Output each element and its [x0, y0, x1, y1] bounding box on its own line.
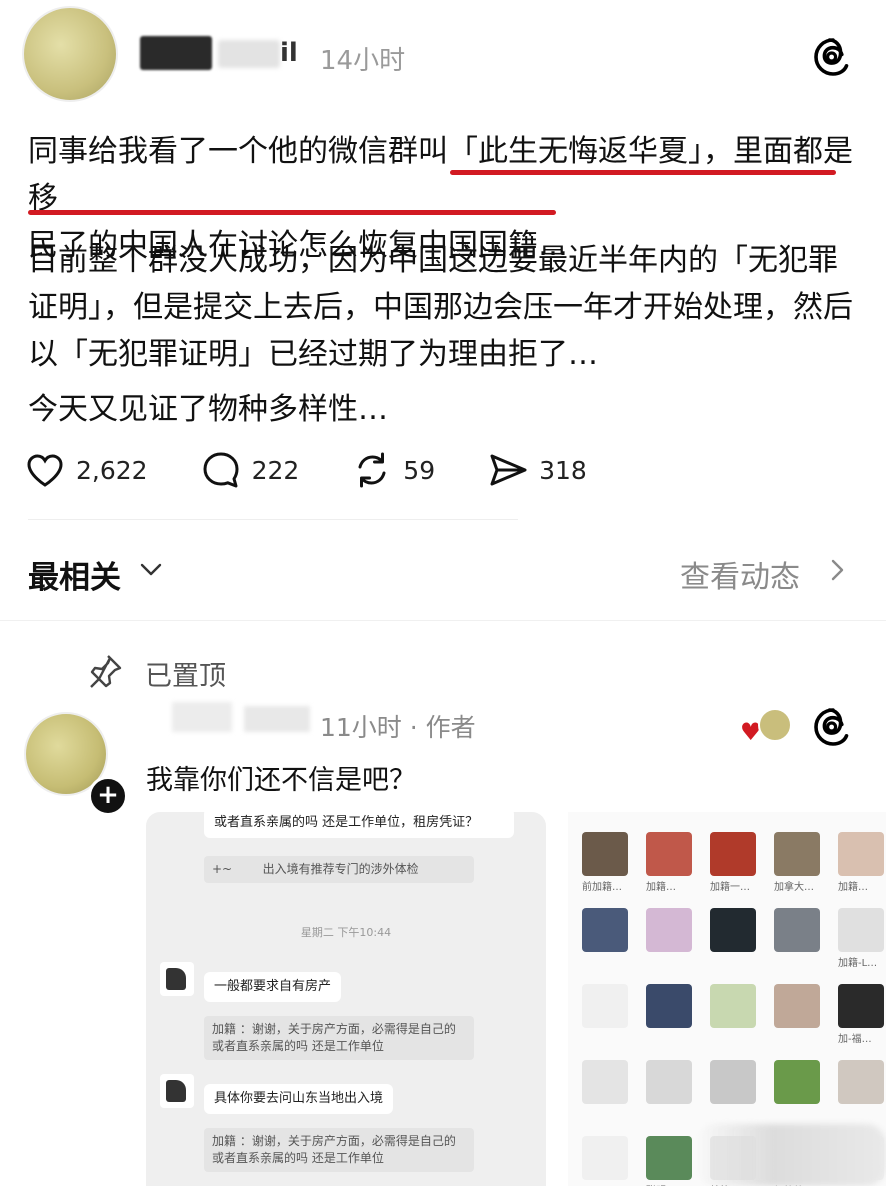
send-icon: [490, 454, 527, 486]
threads-logo-icon-2[interactable]: [812, 706, 854, 748]
member-name: 前加籍…: [582, 882, 622, 893]
member-avatar: [582, 908, 628, 952]
chat-quote-1: 加籍 ：谢谢，关于房产方面，必需得是自己的或者直系亲属的吗 还是工作单位: [204, 1016, 474, 1060]
share-count: 318: [539, 455, 587, 485]
share-button[interactable]: 318: [487, 449, 587, 491]
member-avatar: [838, 908, 884, 952]
comment-count: 222: [251, 455, 300, 485]
member-avatar: [582, 1060, 628, 1104]
chat-avatar-2: [160, 1074, 194, 1108]
red-underline-2: [28, 210, 556, 215]
member-avatar: [646, 1136, 692, 1180]
member-name: 加籍一…: [710, 882, 750, 893]
post-paragraph-2: 目前整个群没人成功，因为中国这边要最近半年内的「无犯罪证明」，但是提交上去后，中…: [28, 243, 853, 372]
reply-text: 我靠你们还不信是吧？: [146, 765, 416, 796]
chat-quote-2: 加籍 ：谢谢，关于房产方面，必需得是自己的或者直系亲属的吗 还是工作单位: [204, 1128, 474, 1172]
member-avatar: [646, 908, 692, 952]
red-underline-1: [450, 170, 836, 175]
chat-message-1: 一般都要求自有房产: [204, 972, 342, 1002]
watermark: [696, 1124, 886, 1186]
member-avatar: [710, 908, 756, 952]
member-avatar: [838, 1060, 884, 1104]
member-avatar: [646, 1060, 692, 1104]
member-name: 加籍-L…: [838, 958, 878, 969]
member-avatar: [774, 832, 820, 876]
repost-button[interactable]: 59: [351, 449, 435, 491]
attached-image-chat[interactable]: 或者直系亲属的吗 还是工作单位，租房凭证？ +~ 出入境有推荐专门的涉外体检 星…: [146, 812, 546, 1186]
pin-icon: [86, 652, 124, 690]
like-count: 2,622: [76, 455, 148, 485]
view-activity-link[interactable]: 查看动态: [680, 552, 800, 596]
member-avatar: [774, 984, 820, 1028]
chat-quote-top: +~ 出入境有推荐专门的涉外体检: [204, 856, 474, 883]
member-avatar: [582, 984, 628, 1028]
member-avatar: [710, 1060, 756, 1104]
reply-name-redacted: [172, 702, 232, 732]
chat-timestamp: 星期二 下午10:44: [300, 926, 392, 939]
post-paragraph-3: 今天又见证了物种多样性…: [28, 392, 388, 427]
chevron-right-icon[interactable]: [828, 556, 848, 591]
divider-2: [0, 620, 886, 621]
member-avatar: [582, 832, 628, 876]
member-avatar: [710, 832, 756, 876]
liker-avatar: [758, 708, 792, 742]
chat-message-2: 具体你要去问山东当地出入境: [204, 1084, 394, 1114]
member-name: 加籍…: [838, 882, 868, 893]
member-avatar: [646, 832, 692, 876]
comment-button[interactable]: 222: [200, 449, 300, 491]
member-avatar: [838, 832, 884, 876]
member-avatar: [774, 908, 820, 952]
author-name-redacted-2: [218, 40, 280, 68]
divider: [28, 519, 518, 520]
chat-message-top: 或者直系亲属的吗 还是工作单位，租房凭证？: [204, 812, 514, 838]
chat-quote-top-text: 出入境有推荐专门的涉外体检: [262, 862, 419, 876]
member-name: 加籍…: [646, 882, 676, 893]
post-text-before: 同事给我看了一个他的微信群叫「: [28, 134, 478, 169]
comment-icon: [203, 452, 239, 488]
threads-logo-icon[interactable]: [812, 36, 854, 78]
member-avatar: [646, 984, 692, 1028]
chevron-down-icon[interactable]: [138, 556, 164, 589]
author-name-redacted: [140, 36, 212, 70]
follow-plus-button[interactable]: +: [88, 776, 128, 816]
chat-quote-top-prefix: +~: [212, 862, 233, 876]
action-bar: 2,622 222 59 318: [24, 448, 644, 492]
like-button[interactable]: 2,622: [24, 449, 148, 491]
author-name-tail[interactable]: il: [280, 38, 298, 68]
sort-dropdown[interactable]: 最相关: [28, 552, 121, 597]
pinned-label: 已置顶: [145, 661, 226, 692]
member-avatar: [838, 984, 884, 1028]
member-name: 聪明-…: [646, 1182, 706, 1186]
repost-count: 59: [403, 455, 436, 485]
repost-icon: [358, 452, 386, 488]
heart-icon: [27, 454, 63, 487]
reply-name-redacted-2: [244, 706, 310, 732]
chat-avatar: [160, 962, 194, 996]
author-avatar[interactable]: [22, 6, 118, 102]
member-avatar: [582, 1136, 628, 1180]
post-time: 14小时: [320, 46, 406, 76]
member-name: 加拿大…: [774, 882, 814, 893]
member-name: 加-福…: [838, 1034, 872, 1045]
member-avatar: [710, 984, 756, 1028]
member-avatar: [774, 1060, 820, 1104]
reply-time: 11小时 · 作者: [320, 713, 476, 742]
